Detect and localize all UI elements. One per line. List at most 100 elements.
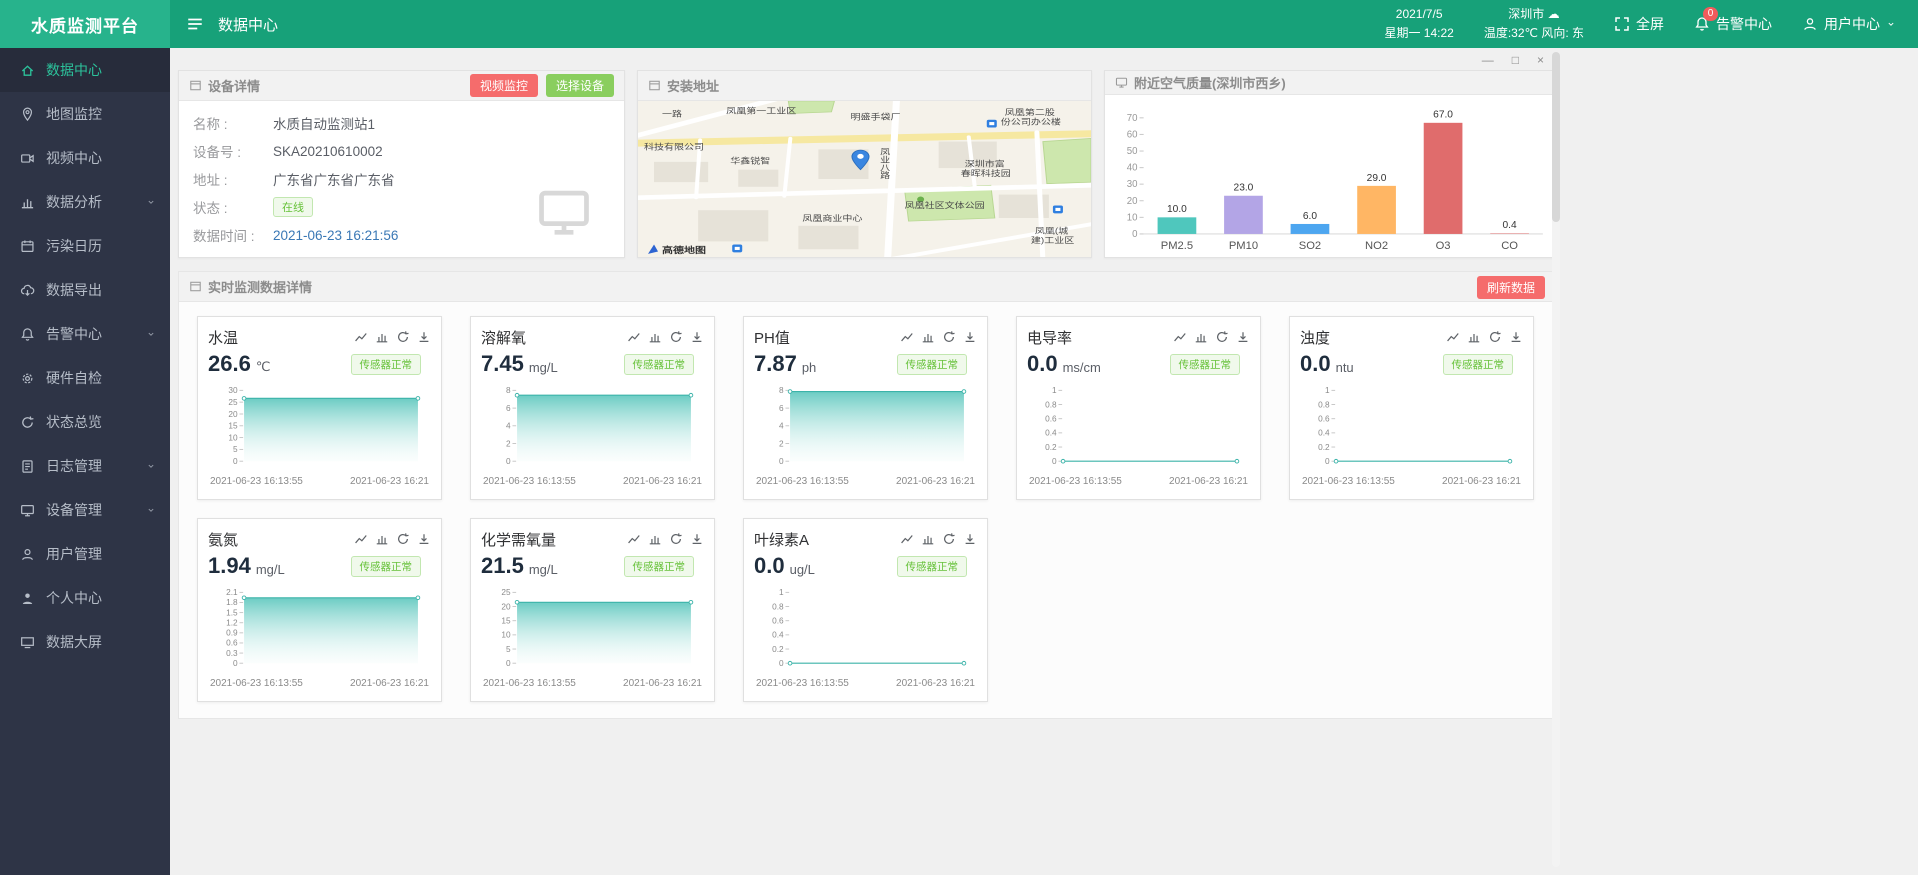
svg-text:0.4: 0.4 xyxy=(1318,429,1330,438)
bar-chart-icon[interactable] xyxy=(648,330,662,344)
sensor-status-badge: 传感器正常 xyxy=(624,354,695,375)
bar-chart-icon[interactable] xyxy=(1467,330,1481,344)
bar-chart-icon[interactable] xyxy=(375,532,389,546)
x-axis-end-label: 2021-06-23 16:21 xyxy=(896,678,975,689)
refresh-icon[interactable] xyxy=(669,330,683,344)
trend-icon[interactable] xyxy=(1173,330,1187,344)
svg-text:4: 4 xyxy=(779,422,784,431)
panel-icon xyxy=(648,79,661,92)
sidebar-item-map-monitor[interactable]: 地图监控 xyxy=(0,92,170,136)
download-icon[interactable] xyxy=(963,532,977,546)
fullscreen-button[interactable]: 全屏 xyxy=(1614,14,1664,34)
bar-chart-icon[interactable] xyxy=(648,532,662,546)
trend-icon[interactable] xyxy=(354,532,368,546)
refresh-icon[interactable] xyxy=(1215,330,1229,344)
refresh-icon[interactable] xyxy=(396,532,410,546)
trend-icon[interactable] xyxy=(627,330,641,344)
field-value: 广东省广东省广东省 xyxy=(273,169,395,189)
sidebar-item-user-management[interactable]: 用户管理 xyxy=(0,532,170,576)
minimize-button[interactable]: — xyxy=(1482,54,1494,66)
svg-text:20: 20 xyxy=(1127,196,1138,207)
download-icon[interactable] xyxy=(690,532,704,546)
svg-text:建)工业区: 建)工业区 xyxy=(1031,235,1074,245)
svg-text:深圳市富: 深圳市富 xyxy=(965,159,1005,169)
download-icon[interactable] xyxy=(417,330,431,344)
sidebar-item-data-export[interactable]: 数据导出 xyxy=(0,268,170,312)
sidebar-item-label: 硬件自检 xyxy=(46,368,102,388)
bar-chart-icon[interactable] xyxy=(921,532,935,546)
svg-text:2.1: 2.1 xyxy=(226,588,238,597)
refresh-data-button[interactable]: 刷新数据 xyxy=(1477,276,1545,299)
refresh-icon[interactable] xyxy=(1488,330,1502,344)
metric-title: 浊度 xyxy=(1300,327,1330,348)
app-logo: 水质监测平台 xyxy=(0,0,170,48)
refresh-icon[interactable] xyxy=(942,532,956,546)
select-device-button[interactable]: 选择设备 xyxy=(546,74,614,97)
svg-text:8: 8 xyxy=(779,386,784,395)
sidebar-item-label: 地图监控 xyxy=(46,104,102,124)
svg-text:50: 50 xyxy=(1127,146,1138,157)
trend-icon[interactable] xyxy=(627,532,641,546)
bar-chart-icon[interactable] xyxy=(1194,330,1208,344)
x-axis-start-label: 2021-06-23 16:13:55 xyxy=(1029,476,1122,487)
air-panel-title: 附近空气质量(深圳市西乡) xyxy=(1134,73,1286,92)
download-icon[interactable] xyxy=(1236,330,1250,344)
refresh-icon[interactable] xyxy=(942,330,956,344)
refresh-icon[interactable] xyxy=(396,330,410,344)
trend-icon[interactable] xyxy=(900,330,914,344)
sidebar-item-data-screen[interactable]: 数据大屏 xyxy=(0,620,170,664)
alarm-center-button[interactable]: 0 告警中心 xyxy=(1694,14,1772,34)
close-button[interactable]: × xyxy=(1537,54,1544,66)
download-icon[interactable] xyxy=(963,330,977,344)
sidebar-item-alarm-center[interactable]: 告警中心 xyxy=(0,312,170,356)
sidebar-item-device-management[interactable]: 设备管理 xyxy=(0,488,170,532)
menu-toggle-icon[interactable] xyxy=(186,15,204,33)
maximize-button[interactable]: □ xyxy=(1512,54,1519,66)
doc-icon xyxy=(20,459,35,474)
metric-unit: mg/L xyxy=(256,562,285,577)
scrollbar[interactable] xyxy=(1552,52,1560,867)
sidebar-item-hardware-selftest[interactable]: 硬件自检 xyxy=(0,356,170,400)
sidebar-item-pollution-calendar[interactable]: 污染日历 xyxy=(0,224,170,268)
sensor-status-badge: 传感器正常 xyxy=(1443,354,1514,375)
sidebar-item-status-overview[interactable]: 状态总览 xyxy=(0,400,170,444)
sidebar-item-data-analysis[interactable]: 数据分析 xyxy=(0,180,170,224)
svg-text:0.4: 0.4 xyxy=(1045,429,1057,438)
sidebar-item-label: 数据导出 xyxy=(46,280,102,300)
svg-text:科技有限公司: 科技有限公司 xyxy=(644,142,704,152)
download-icon[interactable] xyxy=(417,532,431,546)
sidebar-item-personal-center[interactable]: 个人中心 xyxy=(0,576,170,620)
refresh-icon[interactable] xyxy=(669,532,683,546)
trend-icon[interactable] xyxy=(1446,330,1460,344)
video-monitor-button[interactable]: 视频监控 xyxy=(470,74,538,97)
svg-text:6: 6 xyxy=(506,404,511,413)
bar-chart-icon[interactable] xyxy=(921,330,935,344)
svg-text:O3: O3 xyxy=(1436,240,1451,252)
trend-icon[interactable] xyxy=(900,532,914,546)
fullscreen-label: 全屏 xyxy=(1636,14,1664,34)
scrollbar-thumb[interactable] xyxy=(1552,52,1560,222)
chevron-down-icon xyxy=(1886,19,1896,29)
svg-text:0.6: 0.6 xyxy=(226,639,238,648)
svg-text:0.8: 0.8 xyxy=(1318,400,1330,409)
metric-area-chart: 00.20.40.60.81 xyxy=(1300,383,1523,475)
user-center-button[interactable]: 用户中心 xyxy=(1802,14,1896,34)
metric-card-conductivity: 电导率 0.0 ms/cm 传感器正常 00.20.40.60.81 2021-… xyxy=(1016,316,1261,500)
metric-value: 7.45 xyxy=(481,351,524,377)
svg-text:CO: CO xyxy=(1501,240,1518,252)
sidebar-item-data-center[interactable]: 数据中心 xyxy=(0,48,170,92)
sidebar-item-log-management[interactable]: 日志管理 xyxy=(0,444,170,488)
sidebar-item-video-center[interactable]: 视频中心 xyxy=(0,136,170,180)
svg-text:0.8: 0.8 xyxy=(1045,400,1057,409)
svg-text:0: 0 xyxy=(506,659,511,668)
svg-text:PM10: PM10 xyxy=(1229,240,1258,252)
user-icon xyxy=(20,547,35,562)
download-icon[interactable] xyxy=(690,330,704,344)
refresh-icon xyxy=(20,415,35,430)
trend-icon[interactable] xyxy=(354,330,368,344)
sidebar-item-label: 视频中心 xyxy=(46,148,102,168)
bar-chart-icon[interactable] xyxy=(375,330,389,344)
map[interactable]: 凤凰第一工业区一路明盛手袋厂凤凰第二股份公司办公楼科技有限公司华鑫锐智凤业八路深… xyxy=(638,101,1091,257)
download-icon[interactable] xyxy=(1509,330,1523,344)
sensor-status-badge: 传感器正常 xyxy=(351,556,422,577)
